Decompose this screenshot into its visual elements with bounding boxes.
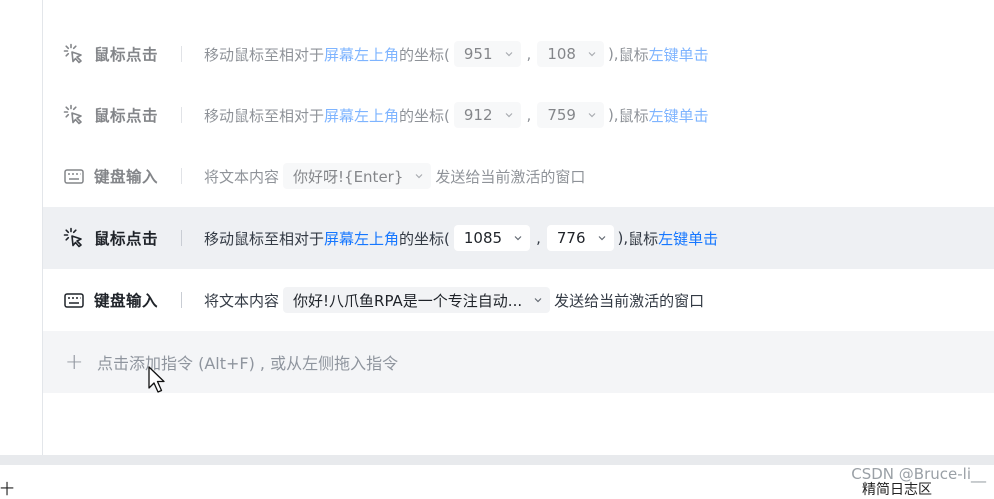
x-value: 912 bbox=[463, 106, 493, 124]
mouse-click-icon bbox=[63, 43, 85, 65]
mouse-label: 鼠标 bbox=[618, 106, 649, 125]
y-coordinate-select[interactable]: 108 bbox=[537, 41, 604, 67]
instruction-description: 移动鼠标至相对于 屏幕左上角 的坐标( 1085 , 776 ), 鼠标 左键单击 bbox=[204, 225, 718, 251]
x-value: 951 bbox=[463, 45, 493, 63]
text-value: 你好呀!{Enter} bbox=[293, 167, 404, 186]
desc-close: ), bbox=[607, 45, 619, 63]
instruction-row-keyboard-input[interactable]: 键盘输入 将文本内容 你好呀!{Enter} 发送给当前激活的窗口 bbox=[43, 145, 994, 207]
desc-suffix: 发送给当前激活的窗口 bbox=[554, 291, 705, 310]
divider bbox=[181, 230, 182, 246]
desc-prefix: 将文本内容 bbox=[204, 167, 280, 186]
chevron-down-icon bbox=[505, 52, 512, 57]
comma: , bbox=[526, 106, 532, 124]
x-coordinate-select[interactable]: 912 bbox=[453, 102, 521, 128]
instruction-description: 将文本内容 你好!八爪鱼RPA是一个专注自动... 发送给当前激活的窗口 bbox=[204, 287, 704, 313]
divider bbox=[181, 46, 182, 62]
instruction-description: 移动鼠标至相对于 屏幕左上角 的坐标( 951 , 108 ), 鼠标 左键单击 bbox=[204, 41, 709, 67]
footer: 十 精简日志区 CSDN @Bruce-li__ bbox=[0, 465, 994, 498]
instruction-row-mouse-click[interactable]: 鼠标点击 移动鼠标至相对于 屏幕左上角 的坐标( 951 , 108 ), 鼠标 左键单… bbox=[43, 23, 994, 85]
desc-suffix: 发送给当前激活的窗口 bbox=[435, 167, 586, 186]
instruction-name: 键盘输入 bbox=[94, 168, 159, 186]
divider bbox=[181, 107, 182, 123]
divider bbox=[181, 292, 182, 308]
y-value: 759 bbox=[547, 106, 576, 124]
desc-prefix: 将文本内容 bbox=[204, 291, 280, 310]
mouse-cursor-icon bbox=[148, 366, 165, 393]
text-content-select[interactable]: 你好呀!{Enter} bbox=[283, 163, 432, 189]
anchor-link[interactable]: 屏幕左上角 bbox=[324, 105, 399, 126]
click-action-link[interactable]: 左键单击 bbox=[649, 44, 709, 65]
y-coordinate-select[interactable]: 759 bbox=[537, 102, 604, 128]
log-panel-splitter[interactable] bbox=[0, 455, 994, 465]
click-action-link[interactable]: 左键单击 bbox=[649, 105, 709, 126]
desc-prefix: 移动鼠标至相对于 bbox=[204, 45, 325, 64]
instruction-name: 鼠标点击 bbox=[94, 46, 159, 64]
mouse-label: 鼠标 bbox=[628, 229, 659, 248]
anchor-link[interactable]: 屏幕左上角 bbox=[324, 44, 399, 65]
watermark: CSDN @Bruce-li__ bbox=[851, 465, 986, 483]
desc-mid: 的坐标( bbox=[399, 229, 450, 248]
x-value: 1085 bbox=[463, 229, 503, 247]
chevron-down-icon bbox=[514, 236, 522, 241]
chevron-down-icon bbox=[415, 174, 423, 179]
instruction-name: 键盘输入 bbox=[94, 292, 159, 310]
divider bbox=[181, 168, 182, 184]
y-value: 776 bbox=[556, 229, 586, 247]
mouse-click-icon bbox=[63, 227, 85, 249]
y-value: 108 bbox=[547, 45, 576, 63]
instruction-description: 将文本内容 你好呀!{Enter} 发送给当前激活的窗口 bbox=[204, 163, 585, 189]
click-action-link[interactable]: 左键单击 bbox=[658, 228, 718, 249]
comma: , bbox=[526, 45, 532, 63]
desc-close: ), bbox=[607, 106, 619, 124]
keyboard-icon bbox=[63, 289, 85, 311]
plus-icon: + bbox=[65, 349, 84, 375]
desc-mid: 的坐标( bbox=[399, 45, 450, 64]
chevron-down-icon bbox=[588, 52, 596, 57]
instruction-row-mouse-click[interactable]: 鼠标点击 移动鼠标至相对于 屏幕左上角 的坐标( 912 , 759 ), 鼠标 左键单… bbox=[43, 84, 994, 146]
text-content-select[interactable]: 你好!八爪鱼RPA是一个专注自动... bbox=[283, 287, 551, 313]
anchor-link[interactable]: 屏幕左上角 bbox=[324, 228, 399, 249]
instruction-name: 鼠标点击 bbox=[94, 107, 159, 125]
instruction-row-keyboard-input[interactable]: 键盘输入 将文本内容 你好!八爪鱼RPA是一个专注自动... 发送给当前激活的窗… bbox=[43, 269, 994, 331]
footer-left-text: 十 bbox=[0, 482, 14, 498]
add-instruction-button[interactable]: + 点击添加指令 (Alt+F) , 或从左侧拖入指令 bbox=[43, 331, 994, 393]
chevron-down-icon bbox=[534, 298, 542, 303]
x-coordinate-select[interactable]: 951 bbox=[453, 41, 521, 67]
mouse-click-icon bbox=[63, 104, 85, 126]
y-coordinate-select[interactable]: 776 bbox=[546, 225, 614, 251]
text-value: 你好!八爪鱼RPA是一个专注自动... bbox=[293, 291, 523, 310]
keyboard-icon bbox=[63, 165, 85, 187]
add-instruction-label: 点击添加指令 (Alt+F) , 或从左侧拖入指令 bbox=[97, 354, 399, 373]
instruction-description: 移动鼠标至相对于 屏幕左上角 的坐标( 912 , 759 ), 鼠标 左键单击 bbox=[204, 102, 709, 128]
chevron-down-icon bbox=[505, 113, 512, 118]
mouse-label: 鼠标 bbox=[618, 45, 649, 64]
chevron-down-icon bbox=[598, 236, 605, 241]
comma: , bbox=[536, 229, 541, 247]
instruction-row-mouse-click-selected[interactable]: 鼠标点击 移动鼠标至相对于 屏幕左上角 的坐标( 1085 , 776 ), 鼠标 左键… bbox=[43, 207, 994, 269]
desc-mid: 的坐标( bbox=[399, 106, 450, 125]
desc-close: ), bbox=[617, 229, 629, 247]
desc-prefix: 移动鼠标至相对于 bbox=[204, 229, 325, 248]
chevron-down-icon bbox=[588, 113, 596, 118]
instruction-name: 鼠标点击 bbox=[94, 230, 159, 248]
x-coordinate-select[interactable]: 1085 bbox=[453, 225, 531, 251]
desc-prefix: 移动鼠标至相对于 bbox=[204, 106, 325, 125]
